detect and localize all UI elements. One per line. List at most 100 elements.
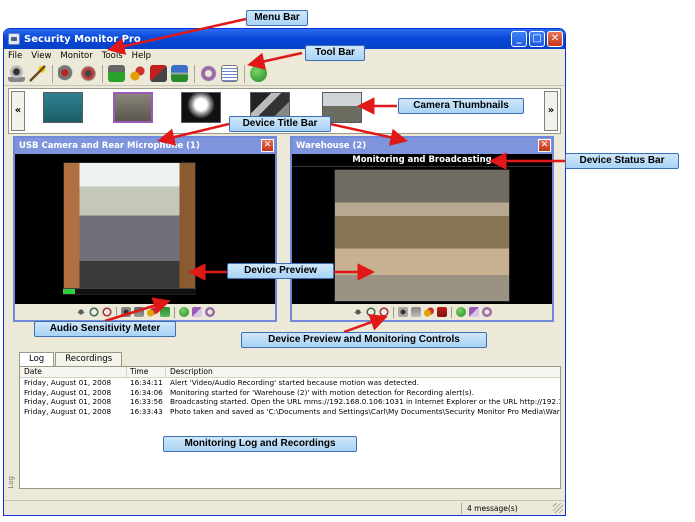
device-title-bar[interactable]: USB Camera and Rear Microphone (1) (15, 138, 275, 154)
monitoring-log: Date Time Description Friday, August 01,… (19, 366, 561, 489)
callout-device-status-bar: Device Status Bar (565, 153, 679, 169)
audio-level-fill (63, 289, 75, 294)
motion-settings-icon[interactable] (468, 307, 479, 317)
table-row[interactable]: Friday, August 01, 2008 16:34:11 Alert '… (20, 378, 560, 388)
add-camera-icon[interactable] (58, 65, 75, 82)
maximize-button[interactable]: □ (529, 31, 545, 47)
window-titlebar[interactable]: Security Monitor Pro _ □ ✕ (4, 29, 565, 49)
menu-monitor[interactable]: Monitor (60, 51, 92, 61)
device-preview[interactable] (334, 169, 510, 302)
stop-monitoring-icon[interactable] (455, 307, 466, 317)
menu-view[interactable]: View (31, 51, 51, 61)
table-row[interactable]: Friday, August 01, 2008 16:33:56 Broadca… (20, 397, 560, 407)
thumbnails-scroll-right-button[interactable]: » (544, 91, 558, 131)
record-icon[interactable] (150, 65, 167, 82)
callout-device-title-bar: Device Title Bar (229, 116, 331, 132)
alert-settings-icon[interactable] (423, 307, 434, 317)
fit-icon[interactable] (75, 307, 86, 317)
controls-separator (392, 306, 394, 318)
broadcast-icon[interactable] (159, 307, 170, 317)
menu-help[interactable]: Help (132, 51, 151, 61)
thumbnails-scroll-left-button[interactable]: « (11, 91, 25, 131)
alert-settings-icon[interactable] (146, 307, 157, 317)
help-icon[interactable] (250, 65, 267, 82)
controls-separator (115, 306, 117, 318)
column-description[interactable]: Description (166, 367, 560, 377)
toolbar-separator (244, 64, 245, 83)
toolbar-separator (102, 64, 103, 83)
resize-grip-icon[interactable] (553, 503, 563, 513)
column-time[interactable]: Time (127, 367, 166, 377)
tab-recordings[interactable]: Recordings (55, 352, 123, 366)
menu-bar: File View Monitor Tools Help (4, 49, 565, 62)
zoom-out-icon[interactable] (101, 307, 112, 317)
row-date: Friday, August 01, 2008 (24, 397, 112, 406)
zoom-in-icon[interactable] (88, 307, 99, 317)
device-properties-icon[interactable] (204, 307, 215, 317)
controls-separator (450, 306, 452, 318)
zoom-out-icon[interactable] (378, 307, 389, 317)
callout-device-preview: Device Preview (227, 263, 334, 279)
row-date: Friday, August 01, 2008 (24, 406, 112, 416)
row-description: Photo taken and saved as 'C:\Documents a… (170, 406, 560, 416)
warehouse-thumb[interactable] (113, 92, 153, 123)
device-status-bar: Monitoring and Broadcasting (292, 154, 552, 167)
record-video-icon[interactable] (410, 307, 421, 317)
callout-tool-bar: Tool Bar (305, 45, 365, 61)
stop-broadcast-icon[interactable] (436, 307, 447, 317)
webcam-icon[interactable] (8, 65, 25, 82)
snapshot-icon[interactable] (120, 307, 131, 317)
device-close-button[interactable]: ✕ (261, 139, 274, 152)
device-properties-icon[interactable] (481, 307, 492, 317)
callout-audio-sensitivity-meter: Audio Sensitivity Meter (34, 321, 176, 337)
motion-settings-icon[interactable] (191, 307, 202, 317)
camera-settings-icon[interactable] (79, 65, 96, 82)
window-controls: _ □ ✕ (511, 31, 563, 47)
column-date[interactable]: Date (20, 367, 127, 377)
minimize-button[interactable]: _ (511, 31, 527, 47)
row-time: 16:33:43 (130, 406, 163, 416)
row-time: 16:34:11 (130, 378, 163, 387)
menu-tools[interactable]: Tools (102, 51, 123, 61)
device-close-button[interactable]: ✕ (538, 139, 551, 152)
zoom-in-icon[interactable] (365, 307, 376, 317)
device-panels: USB Camera and Rear Microphone (1) ✕ War… (4, 136, 565, 346)
fit-icon[interactable] (352, 307, 363, 317)
start-monitoring-icon[interactable] (178, 307, 189, 317)
status-bar: 4 message(s) logged. (4, 500, 565, 515)
table-row[interactable]: Friday, August 01, 2008 16:34:06 Monitor… (20, 388, 560, 398)
device-preview[interactable] (63, 162, 196, 295)
toolbar-separator (52, 64, 53, 83)
callout-menu-bar: Menu Bar (246, 10, 308, 26)
log-icon[interactable] (221, 65, 238, 82)
snapshot-icon[interactable] (397, 307, 408, 317)
record-video-icon[interactable] (133, 307, 144, 317)
log-header: Date Time Description (20, 367, 560, 378)
close-button[interactable]: ✕ (547, 31, 563, 47)
network-icon[interactable] (171, 65, 188, 82)
menu-file[interactable]: File (8, 51, 22, 61)
log-side-label: Log (7, 476, 15, 489)
light-thumb[interactable] (181, 92, 221, 123)
table-row[interactable]: Friday, August 01, 2008 16:33:43 Photo t… (20, 407, 560, 417)
device-title-bar[interactable]: Warehouse (2) (292, 138, 552, 154)
tab-log[interactable]: Log (19, 352, 55, 367)
row-time: 16:33:56 (130, 397, 163, 406)
audio-sensitivity-meter (63, 288, 196, 294)
usb-camera-thumb[interactable] (43, 92, 83, 123)
alerts-icon[interactable] (129, 65, 146, 82)
callout-log-recordings: Monitoring Log and Recordings (163, 436, 357, 452)
schedule-icon[interactable] (108, 65, 125, 82)
row-description: Broadcasting started. Open the URL mms:/… (170, 397, 560, 406)
wizard-icon[interactable] (29, 65, 46, 82)
row-date: Friday, August 01, 2008 (24, 387, 112, 397)
app-logo-icon (8, 33, 20, 45)
device-controls (15, 304, 275, 320)
screenshot-stage: Security Monitor Pro _ □ ✕ File View Mon… (0, 0, 695, 522)
settings-icon[interactable] (200, 65, 217, 82)
row-time: 16:34:06 (130, 387, 163, 397)
log-tabs: Log Recordings (19, 352, 123, 367)
status-message-count: 4 message(s) logged. (461, 503, 547, 514)
device-controls (292, 304, 552, 320)
window-title: Security Monitor Pro (24, 33, 141, 45)
